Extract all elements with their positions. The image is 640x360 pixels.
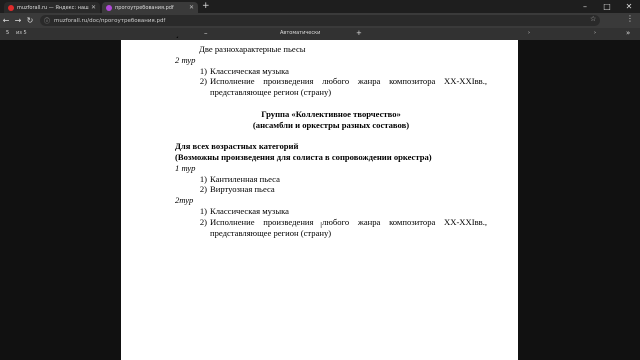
page-count-label: из 5	[16, 30, 27, 36]
bookmark-star-icon[interactable]: ☆	[590, 15, 596, 23]
info-icon[interactable]: ⓘ	[44, 16, 50, 25]
tab-title: прогоутребования.pdf	[115, 4, 174, 11]
pdf-tool-button[interactable]: ›	[594, 30, 596, 36]
list-number: 2)	[199, 216, 207, 227]
pdf-page: 1 тур Две разнохарактерные пьесы 2 тур 1…	[121, 34, 518, 360]
list-item: 1) Классическая музыка	[175, 66, 487, 77]
pdf-favicon-icon	[106, 4, 112, 11]
list-item: 2) Виртуозная пьеса	[175, 184, 487, 195]
list-text: представляющее регион (страну)	[210, 227, 332, 238]
tour-heading: 2 тур	[175, 54, 196, 65]
list-item: 1) Кантиленная пьеса	[175, 174, 487, 185]
url-text[interactable]: muzforall.ru/doc/прогоутребования.pdf	[54, 18, 165, 24]
tab-yandex-search[interactable]: muzforall.ru — Яндекс: нашлось... ✕	[4, 2, 100, 13]
list-item: 1) Классическая музыка	[175, 206, 487, 217]
pdf-tool-button[interactable]: ›	[528, 30, 530, 36]
tab-title: muzforall.ru — Яндекс: нашлось...	[17, 4, 89, 11]
close-tab-icon[interactable]: ✕	[91, 4, 96, 11]
list-item: 2) Исполнение произведения любого жанра …	[175, 76, 487, 87]
clipped-line: 1 тур	[175, 34, 487, 38]
category-note: (Возможны произведения для солиста в соп…	[175, 151, 432, 162]
list-text: Исполнение произведения любого жанра ком…	[210, 216, 487, 227]
maximize-icon[interactable]: □	[596, 0, 618, 13]
close-window-icon[interactable]: ✕	[618, 0, 640, 13]
list-number: 1)	[199, 65, 207, 76]
group-title: Группа «Коллективное творчество»	[261, 108, 401, 119]
list-indent	[175, 228, 210, 239]
list-number: 2)	[199, 184, 207, 195]
page-number-input[interactable]: 5	[6, 30, 9, 36]
tour-heading: 2тур	[175, 195, 194, 206]
text-cursor-icon: I	[320, 221, 323, 230]
category-heading: Для всех возрастных категорий	[175, 141, 299, 152]
list-text: Виртуозная пьеса	[210, 184, 275, 195]
list-number: 1)	[199, 173, 207, 184]
close-tab-icon[interactable]: ✕	[189, 4, 194, 11]
list-text: Классическая музыка	[210, 205, 289, 216]
list-item-continuation: представляющее регион (страну)	[175, 87, 487, 98]
minimize-icon[interactable]: –	[574, 0, 596, 13]
tour-heading: 1 тур	[175, 162, 196, 173]
address-bar[interactable]: ⓘ muzforall.ru/doc/прогоутребования.pdf	[40, 15, 600, 26]
reload-icon[interactable]: ↻	[24, 16, 36, 25]
list-text: Кантиленная пьеса	[210, 173, 280, 184]
yandex-favicon-icon	[8, 4, 14, 11]
pdf-tools-menu-button[interactable]: »	[626, 29, 630, 37]
tab-pdf[interactable]: прогоутребования.pdf ✕	[102, 2, 198, 13]
group-subtitle: (ансамбли и оркестры разных составов)	[252, 119, 410, 130]
browser-menu-icon[interactable]: ⋮	[626, 14, 634, 23]
text-line: Две разнохарактерные пьесы	[199, 44, 306, 54]
forward-arrow-icon[interactable]: →	[12, 16, 24, 25]
list-text: представляющее регион (страну)	[210, 87, 332, 98]
back-arrow-icon[interactable]: ←	[0, 16, 12, 25]
list-text: Классическая музыка	[210, 65, 289, 76]
new-tab-button[interactable]: +	[202, 1, 210, 12]
browser-toolbar: ← → ↻ ⓘ muzforall.ru/doc/прогоутребовани…	[0, 13, 640, 28]
pdf-viewer[interactable]: 1 тур Две разнохарактерные пьесы 2 тур 1…	[0, 34, 640, 360]
list-number: 1)	[199, 205, 207, 216]
list-indent	[175, 87, 210, 98]
document-text: 1 тур Две разнохарактерные пьесы 2 тур 1…	[175, 34, 487, 239]
list-text: Исполнение произведения любого жанра ком…	[210, 76, 487, 87]
list-item: 2) Исполнение произведения любого жанра …	[175, 217, 487, 228]
list-item-continuation: представляющее регион (страну)	[175, 228, 487, 239]
list-number: 2)	[199, 76, 207, 87]
tab-strip: muzforall.ru — Яндекс: нашлось... ✕ прог…	[0, 0, 640, 13]
